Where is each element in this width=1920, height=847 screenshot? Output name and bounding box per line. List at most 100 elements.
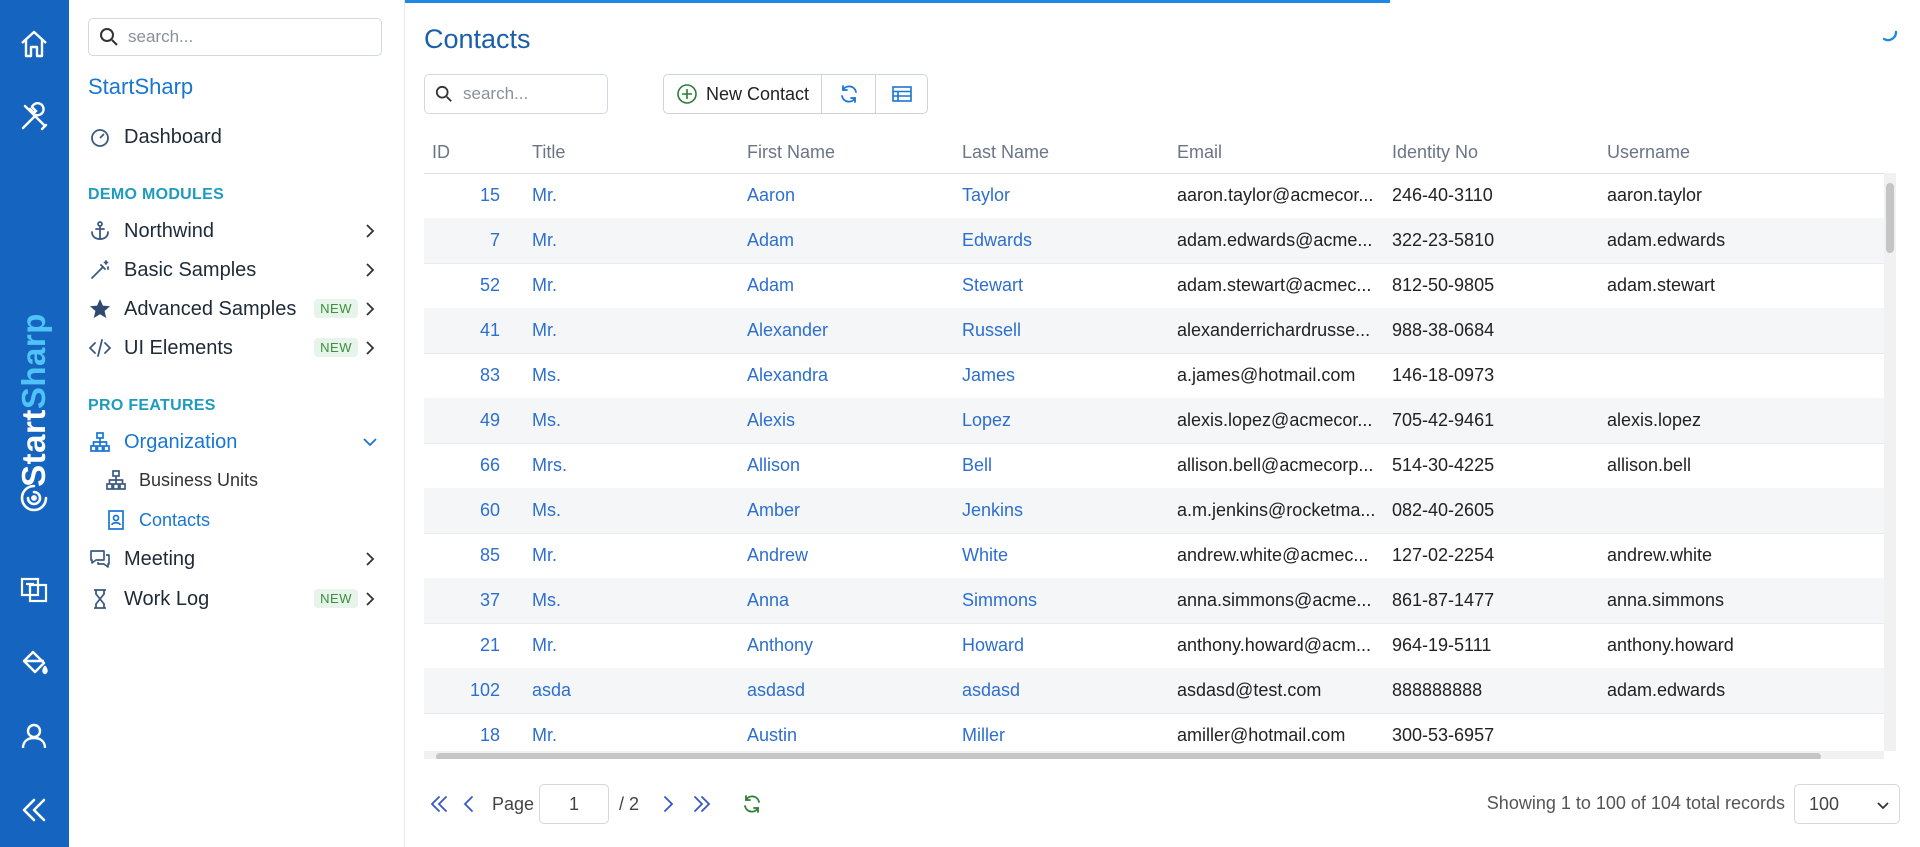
- table-row[interactable]: 7 Mr. Adam Edwards adam.edwards@acme... 322-2…: [424, 218, 1884, 264]
- cell-last-name[interactable]: Jenkins: [962, 500, 1162, 521]
- table-row[interactable]: 102 asda asdasd asdasd asdasd@test.com 888888…: [424, 668, 1884, 714]
- table-row[interactable]: 52 Mr. Adam Stewart adam.stewart@acmec... 812…: [424, 263, 1884, 309]
- collapse-double-chevron-icon[interactable]: [14, 790, 54, 830]
- table-row[interactable]: 83 Ms. Alexandra James a.james@hotmail.com 14…: [424, 353, 1884, 399]
- table-row[interactable]: 66 Mrs. Allison Bell allison.bell@acmecorp..…: [424, 443, 1884, 489]
- cell-title[interactable]: asda: [532, 680, 732, 701]
- tools-icon[interactable]: [14, 97, 54, 137]
- cell-title[interactable]: Mrs.: [532, 455, 732, 476]
- sidebar-subitem-contacts[interactable]: Contacts: [105, 506, 210, 534]
- horizontal-scrollbar[interactable]: [424, 751, 1884, 759]
- column-header-id[interactable]: ID: [432, 142, 450, 163]
- cell-last-name[interactable]: Taylor: [962, 185, 1162, 206]
- cell-title[interactable]: Ms.: [532, 410, 732, 431]
- table-row[interactable]: 15 Mr. Aaron Taylor aaron.taylor@acmecor... 2…: [424, 173, 1884, 219]
- cell-title[interactable]: Ms.: [532, 365, 732, 386]
- cell-title[interactable]: Mr.: [532, 635, 732, 656]
- cell-first-name[interactable]: Adam: [747, 275, 947, 296]
- new-contact-button[interactable]: New Contact: [663, 74, 823, 114]
- vertical-scrollbar[interactable]: [1884, 173, 1896, 751]
- sidebar-item-organization[interactable]: Organization: [88, 427, 388, 457]
- cell-title[interactable]: Mr.: [532, 545, 732, 566]
- cell-title[interactable]: Mr.: [532, 230, 732, 251]
- refresh-button[interactable]: [822, 74, 877, 114]
- chat-bubbles-icon: [88, 547, 112, 571]
- cell-last-name[interactable]: Lopez: [962, 410, 1162, 431]
- cell-first-name[interactable]: Adam: [747, 230, 947, 251]
- cell-username: adam.edwards: [1607, 230, 1726, 250]
- table-row[interactable]: 49 Ms. Alexis Lopez alexis.lopez@acmecor... 7…: [424, 398, 1884, 444]
- sidebar-item-ui-elements[interactable]: UI Elements NEW: [88, 333, 388, 363]
- cell-first-name[interactable]: Allison: [747, 455, 947, 476]
- table-row[interactable]: 37 Ms. Anna Simmons anna.simmons@acme... 861-…: [424, 578, 1884, 624]
- cell-username: anthony.howard: [1607, 635, 1734, 655]
- sidebar-search-input[interactable]: search...: [88, 18, 382, 56]
- column-header-identity-no[interactable]: Identity No: [1392, 142, 1478, 163]
- cell-last-name[interactable]: Stewart: [962, 275, 1162, 296]
- cell-first-name[interactable]: Anna: [747, 590, 947, 611]
- cell-last-name[interactable]: White: [962, 545, 1162, 566]
- translate-icon[interactable]: [14, 570, 54, 610]
- table-row[interactable]: 21 Mr. Anthony Howard anthony.howard@acm... 9…: [424, 623, 1884, 669]
- sidebar-item-basic-samples[interactable]: Basic Samples: [88, 255, 388, 285]
- paint-bucket-icon[interactable]: [14, 643, 54, 683]
- column-header-username[interactable]: Username: [1607, 142, 1690, 163]
- sidebar-item-dashboard[interactable]: Dashboard: [88, 122, 388, 152]
- last-page-button[interactable]: [687, 789, 717, 819]
- sidebar-item-label: Organization: [124, 430, 238, 453]
- scrollbar-thumb[interactable]: [1886, 183, 1894, 253]
- cell-last-name[interactable]: Bell: [962, 455, 1162, 476]
- cell-last-name[interactable]: asdasd: [962, 680, 1162, 701]
- column-header-email[interactable]: Email: [1177, 142, 1222, 163]
- sidebar-item-work-log[interactable]: Work Log NEW: [88, 584, 388, 614]
- column-header-first-name[interactable]: First Name: [747, 142, 835, 163]
- scrollbar-thumb[interactable]: [436, 753, 1821, 759]
- cell-first-name[interactable]: Alexandra: [747, 365, 947, 386]
- cell-id: 66: [479, 455, 500, 475]
- cell-first-name[interactable]: asdasd: [747, 680, 947, 701]
- cell-first-name[interactable]: Aaron: [747, 185, 947, 206]
- cell-first-name[interactable]: Austin: [747, 725, 947, 746]
- double-chevron-right-icon: [694, 796, 711, 812]
- table-row[interactable]: 41 Mr. Alexander Russell alexanderrichardrus…: [424, 308, 1884, 354]
- new-contact-label: New Contact: [706, 83, 810, 104]
- table-row[interactable]: 60 Ms. Amber Jenkins a.m.jenkins@rocketma...…: [424, 488, 1884, 534]
- cell-last-name[interactable]: Edwards: [962, 230, 1162, 251]
- cell-last-name[interactable]: Russell: [962, 320, 1162, 341]
- prev-page-button[interactable]: [454, 789, 484, 819]
- cell-first-name[interactable]: Anthony: [747, 635, 947, 656]
- new-badge: NEW: [314, 299, 358, 318]
- home-icon[interactable]: [14, 24, 54, 64]
- cell-last-name[interactable]: Howard: [962, 635, 1162, 656]
- cell-last-name[interactable]: Miller: [962, 725, 1162, 746]
- cell-last-name[interactable]: James: [962, 365, 1162, 386]
- first-page-button[interactable]: [424, 789, 454, 819]
- column-header-last-name[interactable]: Last Name: [962, 142, 1049, 163]
- sidebar-item-meeting[interactable]: Meeting: [88, 544, 388, 574]
- cell-title[interactable]: Mr.: [532, 275, 732, 296]
- cell-username: aaron.taylor: [1607, 185, 1703, 205]
- cell-first-name[interactable]: Alexis: [747, 410, 947, 431]
- cell-first-name[interactable]: Alexander: [747, 320, 947, 341]
- cell-first-name[interactable]: Andrew: [747, 545, 947, 566]
- column-picker-button[interactable]: [876, 74, 929, 114]
- sidebar-subitem-business-units[interactable]: Business Units: [105, 466, 258, 494]
- cell-username: alexis.lopez: [1607, 410, 1702, 430]
- user-icon[interactable]: [14, 716, 54, 756]
- page-size-select[interactable]: 100: [1794, 784, 1900, 824]
- table-row[interactable]: 85 Mr. Andrew White andrew.white@acmec... 127…: [424, 533, 1884, 579]
- sidebar-item-northwind[interactable]: Northwind: [88, 216, 388, 246]
- cell-title[interactable]: Mr.: [532, 725, 732, 746]
- cell-title[interactable]: Ms.: [532, 500, 732, 521]
- pager-refresh-button[interactable]: [737, 789, 767, 819]
- page-number-input[interactable]: 1: [539, 784, 610, 824]
- cell-title[interactable]: Mr.: [532, 185, 732, 206]
- cell-first-name[interactable]: Amber: [747, 500, 947, 521]
- column-header-title[interactable]: Title: [532, 142, 565, 163]
- next-page-button[interactable]: [653, 789, 683, 819]
- sidebar-item-advanced-samples[interactable]: Advanced Samples NEW: [88, 294, 388, 324]
- cell-title[interactable]: Ms.: [532, 590, 732, 611]
- cell-last-name[interactable]: Simmons: [962, 590, 1162, 611]
- grid-search-input[interactable]: search...: [424, 74, 608, 114]
- cell-title[interactable]: Mr.: [532, 320, 732, 341]
